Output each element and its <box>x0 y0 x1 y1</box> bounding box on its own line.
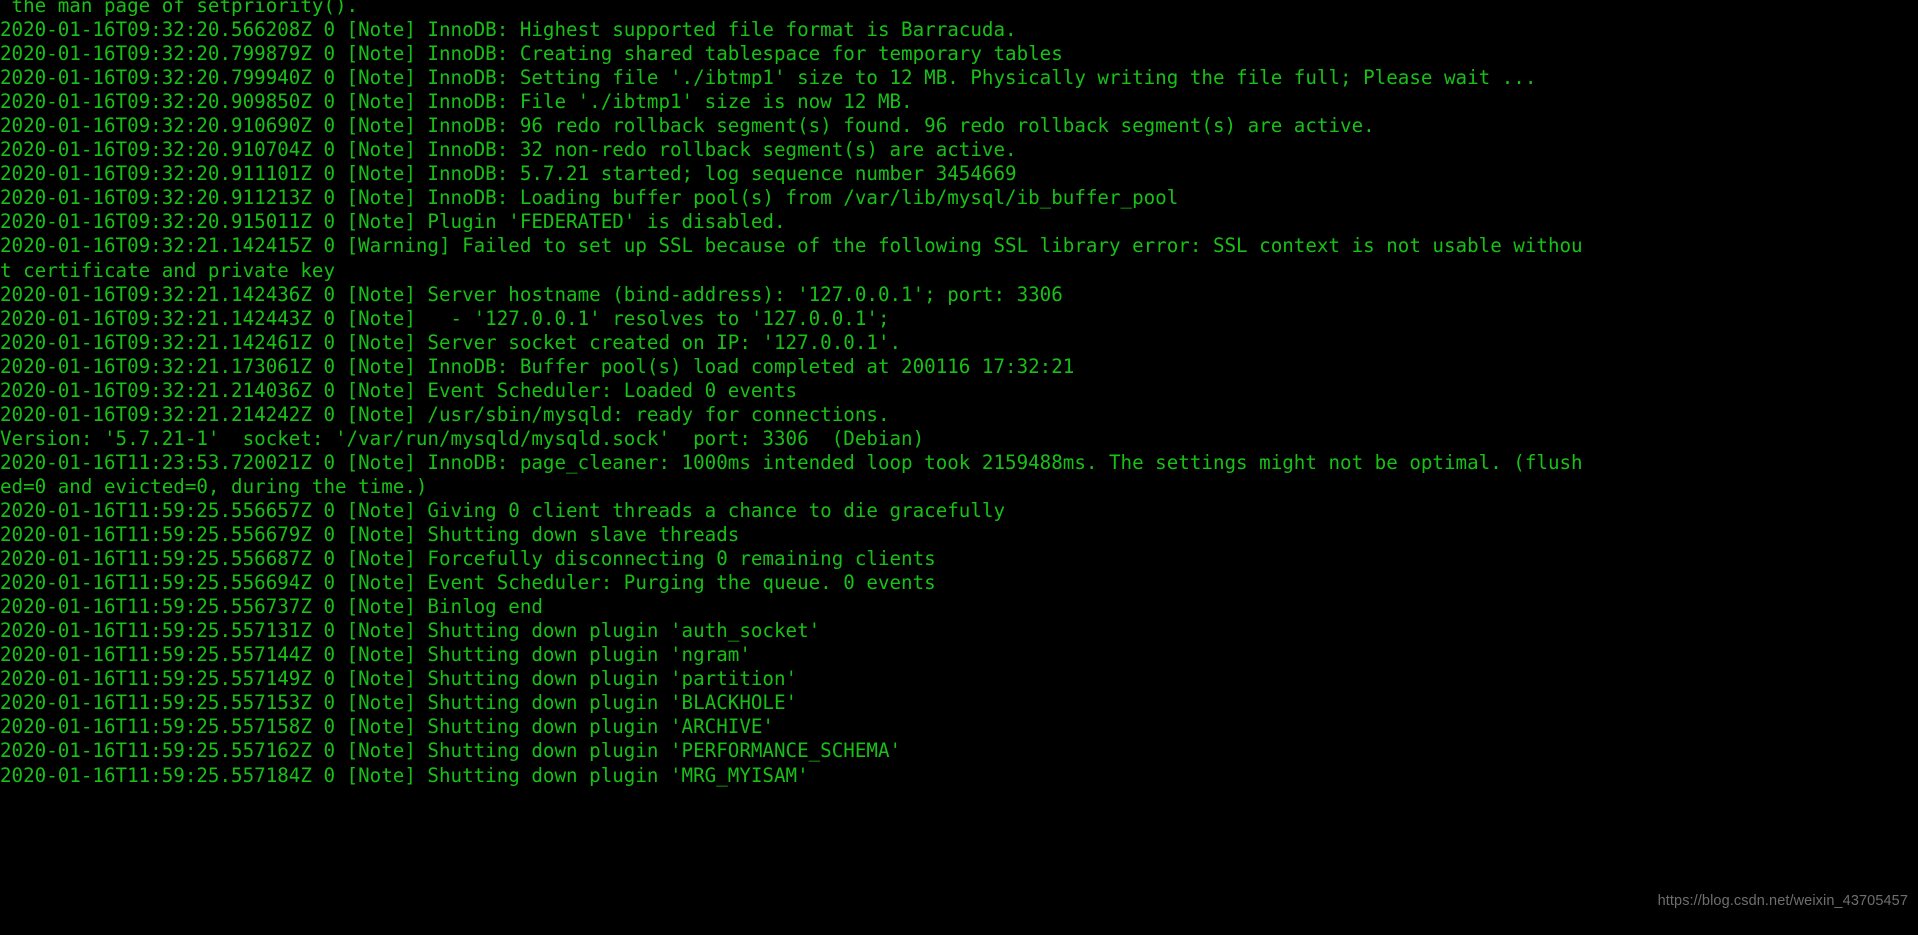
log-line: 2020-01-16T11:59:25.556687Z 0 [Note] For… <box>0 547 936 571</box>
log-line: 2020-01-16T09:32:20.915011Z 0 [Note] Plu… <box>0 210 786 234</box>
log-line: 2020-01-16T09:32:20.910690Z 0 [Note] Inn… <box>0 114 1375 138</box>
log-line: 2020-01-16T09:32:20.910704Z 0 [Note] Inn… <box>0 138 1017 162</box>
log-line: 2020-01-16T11:23:53.720021Z 0 [Note] Inn… <box>0 450 1583 474</box>
log-line: 2020-01-16T09:32:21.142443Z 0 [Note] - '… <box>0 306 890 330</box>
log-line: 2020-01-16T09:32:21.142436Z 0 [Note] Ser… <box>0 282 1063 306</box>
log-line: 2020-01-16T09:32:20.799940Z 0 [Note] Inn… <box>0 66 1537 90</box>
log-line: 2020-01-16T09:32:20.911101Z 0 [Note] Inn… <box>0 162 1017 186</box>
log-line: 2020-01-16T09:32:21.142415Z 0 [Warning] … <box>0 234 1583 258</box>
log-line: 2020-01-16T09:32:20.909850Z 0 [Note] Inn… <box>0 90 913 114</box>
log-line: 2020-01-16T11:59:25.557158Z 0 [Note] Shu… <box>0 715 774 739</box>
log-line: 2020-01-16T11:59:25.557162Z 0 [Note] Shu… <box>0 739 902 763</box>
log-line: 2020-01-16T09:32:20.566208Z 0 [Note] Inn… <box>0 18 1017 42</box>
log-line: 2020-01-16T11:59:25.557184Z 0 [Note] Shu… <box>0 763 809 787</box>
terminal-window[interactable]: the man page of setpriority(). 2020-01-16… <box>0 0 1918 935</box>
log-line: 2020-01-16T11:59:25.556657Z 0 [Note] Giv… <box>0 498 1006 522</box>
log-line: 2020-01-16T09:32:21.173061Z 0 [Note] Inn… <box>0 354 1075 378</box>
log-line: the man page of setpriority(). <box>0 0 359 17</box>
log-line: 2020-01-16T11:59:25.556737Z 0 [Note] Bin… <box>0 595 543 619</box>
log-line: 2020-01-16T11:59:25.557131Z 0 [Note] Shu… <box>0 619 821 643</box>
log-output: the man page of setpriority(). 2020-01-16… <box>0 0 1918 788</box>
log-line: 2020-01-16T11:59:25.556679Z 0 [Note] Shu… <box>0 523 740 547</box>
log-line: 2020-01-16T09:32:20.799879Z 0 [Note] Inn… <box>0 42 1063 66</box>
log-line: 2020-01-16T11:59:25.556694Z 0 [Note] Eve… <box>0 571 936 595</box>
log-line: Version: '5.7.21-1' socket: '/var/run/my… <box>0 426 925 450</box>
log-line: ed=0 and evicted=0, during the time.) <box>0 474 428 498</box>
log-line: 2020-01-16T11:59:25.557144Z 0 [Note] Shu… <box>0 643 751 667</box>
log-line: 2020-01-16T09:32:21.142461Z 0 [Note] Ser… <box>0 330 902 354</box>
watermark-url: https://blog.csdn.net/weixin_43705457 <box>1657 893 1908 909</box>
log-line: 2020-01-16T09:32:20.911213Z 0 [Note] Inn… <box>0 186 1179 210</box>
log-line: 2020-01-16T09:32:21.214036Z 0 [Note] Eve… <box>0 378 798 402</box>
log-line: 2020-01-16T11:59:25.557153Z 0 [Note] Shu… <box>0 691 798 715</box>
log-line: 2020-01-16T11:59:25.557149Z 0 [Note] Shu… <box>0 667 798 691</box>
log-line: 2020-01-16T09:32:21.214242Z 0 [Note] /us… <box>0 402 890 426</box>
log-line: t certificate and private key <box>0 258 336 282</box>
